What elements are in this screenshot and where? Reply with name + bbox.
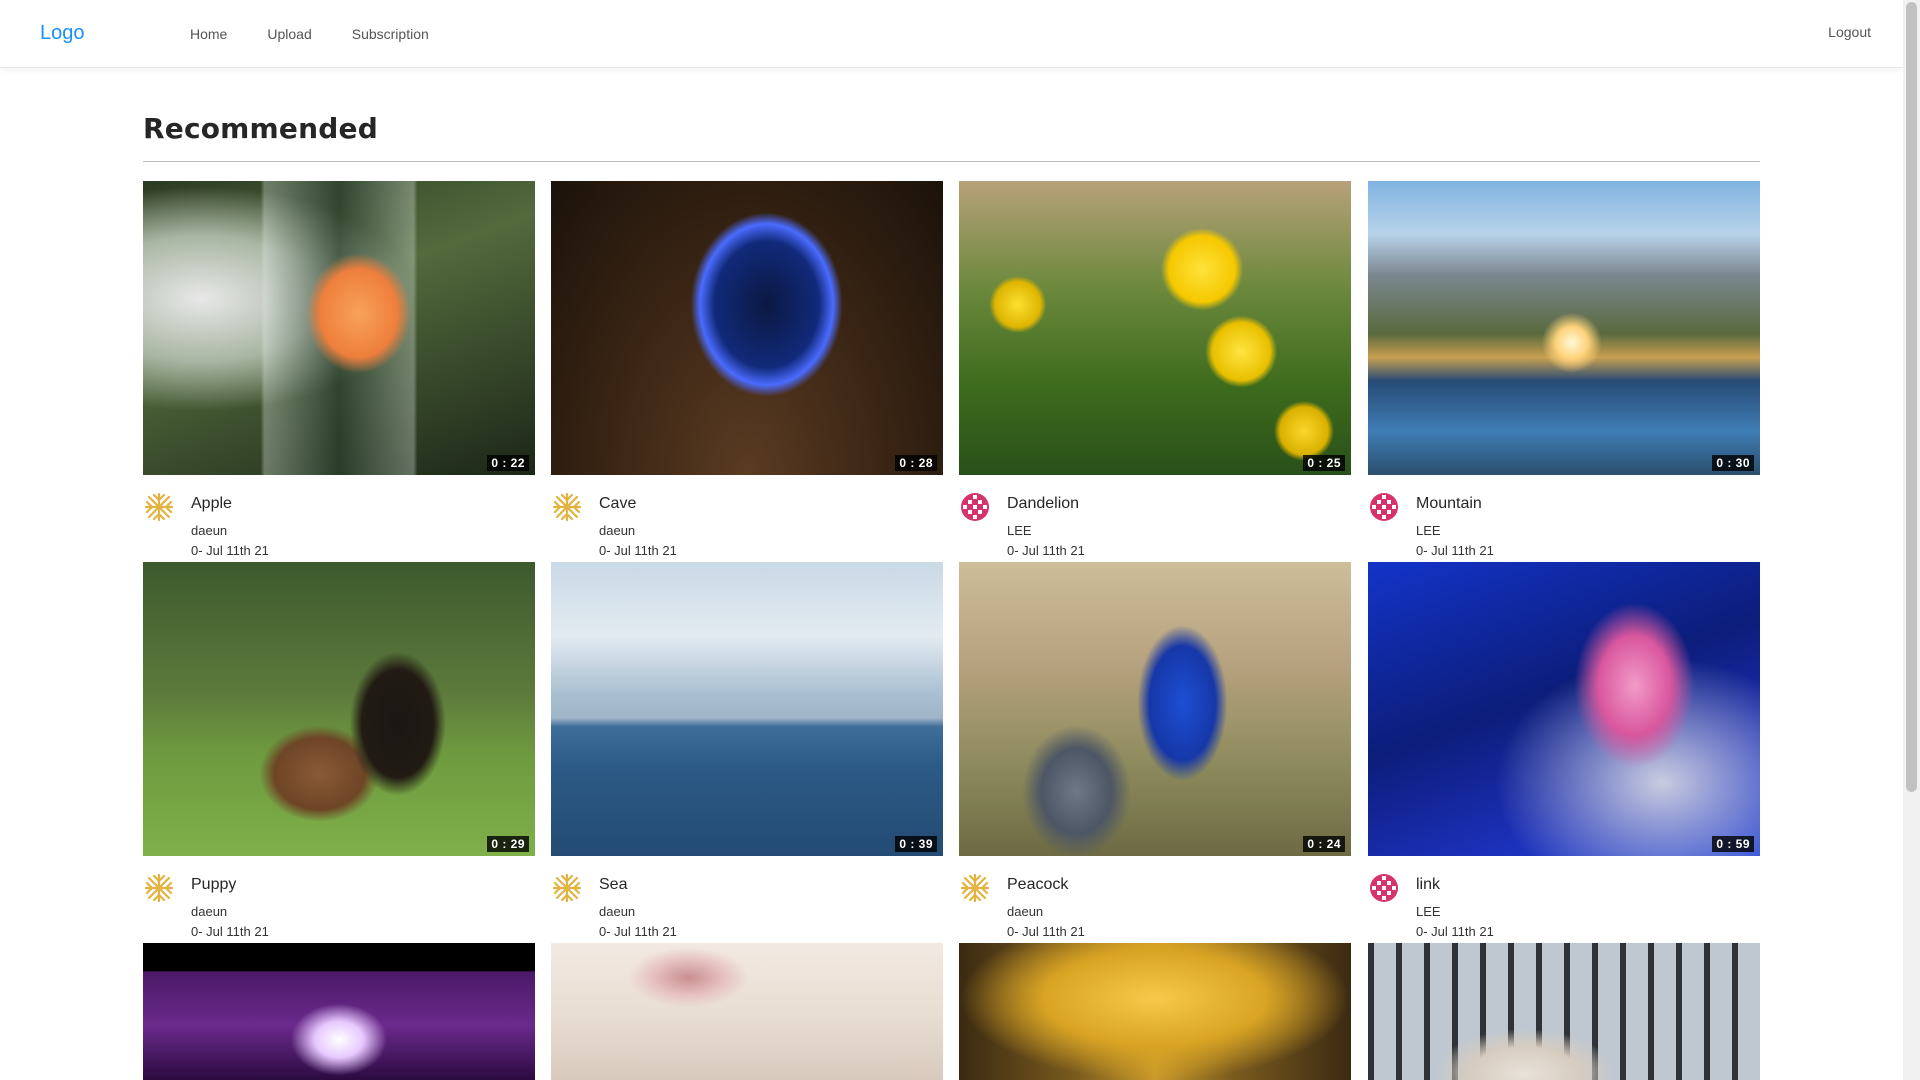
video-author[interactable]: daeun: [1007, 904, 1043, 919]
video-thumbnail[interactable]: 0 : 22: [143, 181, 535, 475]
pattern-avatar-icon[interactable]: [959, 491, 991, 523]
video-thumbnail[interactable]: 0 : 28: [551, 181, 943, 475]
video-meta: Apple daeun 0- Jul 11th 21: [143, 475, 535, 562]
video-author[interactable]: daeun: [599, 904, 635, 919]
video-thumbnail[interactable]: 0 : 30: [1368, 181, 1760, 475]
duration-badge: 0 : 29: [487, 836, 529, 852]
main-content: Recommended: [143, 112, 1760, 162]
snowflake-avatar-icon[interactable]: [143, 491, 175, 523]
duration-badge: 0 : 25: [1303, 455, 1345, 471]
video-meta: Peacock daeun 0- Jul 11th 21: [959, 856, 1351, 943]
nav-upload[interactable]: Upload: [247, 26, 331, 42]
video-meta: Mountain LEE 0- Jul 11th 21: [1368, 475, 1760, 562]
video-date: 0- Jul 11th 21: [1007, 543, 1085, 558]
video-date: 0- Jul 11th 21: [1416, 543, 1494, 558]
video-card[interactable]: 0 : 30 Mountain LEE 0- Jul 11th 21: [1368, 181, 1760, 562]
nav-subscription[interactable]: Subscription: [332, 26, 449, 42]
video-card[interactable]: 0 : 22 Apple daeun 0- Jul 11th 21: [143, 181, 535, 562]
title-divider: [143, 161, 1760, 162]
snowflake-avatar-icon[interactable]: [959, 872, 991, 904]
video-card[interactable]: [143, 943, 535, 1080]
video-author[interactable]: LEE: [1416, 904, 1441, 919]
duration-badge: 0 : 24: [1303, 836, 1345, 852]
video-title[interactable]: Dandelion: [1007, 495, 1079, 513]
logout-link[interactable]: Logout: [1828, 24, 1871, 40]
pattern-avatar-icon[interactable]: [1368, 872, 1400, 904]
snowflake-avatar-icon[interactable]: [551, 491, 583, 523]
video-thumbnail[interactable]: 0 : 39: [551, 562, 943, 856]
snowflake-avatar-icon[interactable]: [551, 872, 583, 904]
video-card[interactable]: 0 : 29 Puppy daeun 0- Jul 11th 21: [143, 562, 535, 943]
video-thumbnail[interactable]: [959, 943, 1351, 1080]
video-thumbnail[interactable]: 0 : 25: [959, 181, 1351, 475]
video-date: 0- Jul 11th 21: [599, 924, 677, 939]
video-card[interactable]: 0 : 39 Sea daeun 0- Jul 11th 21: [551, 562, 943, 943]
video-thumbnail[interactable]: [551, 943, 943, 1080]
page-title: Recommended: [143, 112, 378, 145]
video-card[interactable]: 0 : 59 link LEE 0- Jul 11th 21: [1368, 562, 1760, 943]
duration-badge: 0 : 59: [1712, 836, 1754, 852]
scrollbar-thumb[interactable]: [1906, 2, 1917, 792]
video-card[interactable]: 0 : 25 Dandelion LEE 0- Jul 11th 21: [959, 181, 1351, 562]
video-date: 0- Jul 11th 21: [1416, 924, 1494, 939]
video-title[interactable]: link: [1416, 876, 1440, 894]
video-thumbnail[interactable]: 0 : 59: [1368, 562, 1760, 856]
video-card[interactable]: [959, 943, 1351, 1080]
video-title[interactable]: Peacock: [1007, 876, 1068, 894]
video-author[interactable]: daeun: [599, 523, 635, 538]
video-card[interactable]: 0 : 28 Cave daeun 0- Jul 11th 21: [551, 181, 943, 562]
duration-badge: 0 : 28: [895, 455, 937, 471]
video-thumbnail[interactable]: [1368, 943, 1760, 1080]
video-thumbnail[interactable]: 0 : 29: [143, 562, 535, 856]
video-card[interactable]: [1368, 943, 1760, 1080]
video-date: 0- Jul 11th 21: [599, 543, 677, 558]
vertical-scrollbar[interactable]: [1903, 0, 1920, 1080]
video-meta: Cave daeun 0- Jul 11th 21: [551, 475, 943, 562]
video-title[interactable]: Cave: [599, 495, 636, 513]
pattern-avatar-icon[interactable]: [1368, 491, 1400, 523]
video-meta: Puppy daeun 0- Jul 11th 21: [143, 856, 535, 943]
duration-badge: 0 : 22: [487, 455, 529, 471]
video-card[interactable]: [551, 943, 943, 1080]
video-thumbnail[interactable]: [143, 943, 535, 1080]
video-author[interactable]: daeun: [191, 523, 227, 538]
video-card[interactable]: 0 : 24 Peacock daeun 0- Jul 11th 21: [959, 562, 1351, 943]
video-title[interactable]: Sea: [599, 876, 627, 894]
video-meta: link LEE 0- Jul 11th 21: [1368, 856, 1760, 943]
video-meta: Sea daeun 0- Jul 11th 21: [551, 856, 943, 943]
duration-badge: 0 : 30: [1712, 455, 1754, 471]
main-menu: Home Upload Subscription: [176, 0, 449, 68]
logo-link[interactable]: Logo: [40, 22, 85, 45]
video-date: 0- Jul 11th 21: [191, 924, 269, 939]
duration-badge: 0 : 39: [895, 836, 937, 852]
top-navbar: Logo Home Upload Subscription Logout: [0, 0, 1903, 68]
nav-home[interactable]: Home: [176, 26, 247, 42]
video-date: 0- Jul 11th 21: [191, 543, 269, 558]
video-meta: Dandelion LEE 0- Jul 11th 21: [959, 475, 1351, 562]
video-title[interactable]: Apple: [191, 495, 232, 513]
snowflake-avatar-icon[interactable]: [143, 872, 175, 904]
video-title[interactable]: Puppy: [191, 876, 236, 894]
video-date: 0- Jul 11th 21: [1007, 924, 1085, 939]
video-author[interactable]: LEE: [1007, 523, 1032, 538]
video-author[interactable]: LEE: [1416, 523, 1441, 538]
video-title[interactable]: Mountain: [1416, 495, 1482, 513]
video-author[interactable]: daeun: [191, 904, 227, 919]
video-thumbnail[interactable]: 0 : 24: [959, 562, 1351, 856]
